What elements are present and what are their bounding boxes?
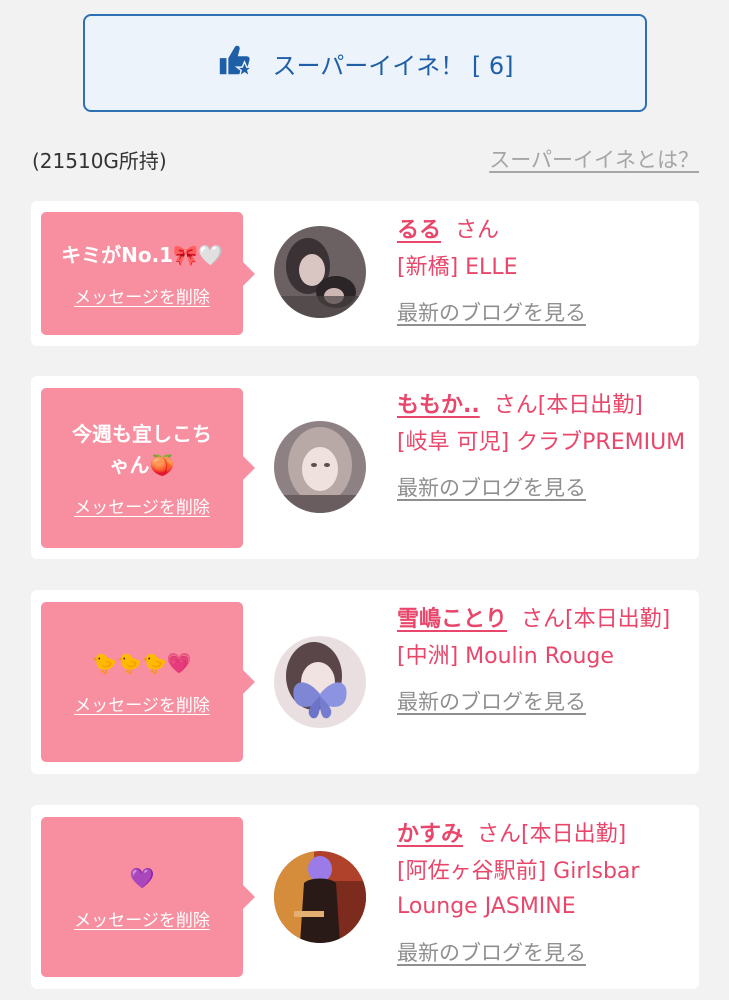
cast-name-link[interactable]: るる <box>397 218 441 243</box>
gold-balance: (21510G所持) <box>32 149 167 173</box>
cast-status: さん[本日出勤] <box>493 393 643 418</box>
message-text: キミがNo.1🎀🤍 <box>61 242 223 267</box>
super-like-button[interactable]: スーパーイイネ！ [ 6] <box>83 14 647 112</box>
avatar[interactable] <box>274 421 366 513</box>
cast-status: さん[本日出勤] <box>521 607 671 632</box>
latest-blog-link[interactable]: 最新のブログを見る <box>397 472 586 502</box>
cast-info: 雪嶋ことり さん[本日出勤] [中洲] Moulin Rouge 最新のブログを見… <box>397 602 687 716</box>
shop-name: [岐阜 可児] クラブPREMIUM <box>397 430 686 456</box>
list-item: 💜 メッセージを削除 かすみ さん[本日出勤] [阿佐ヶ谷駅前] Girlsbar… <box>31 805 699 989</box>
about-super-like-link[interactable]: スーパーイイネとは？ <box>489 144 699 174</box>
cast-info: ももか.. さん[本日出勤] [岐阜 可児] クラブPREMIUM 最新のブログを… <box>397 388 687 502</box>
message-bubble: キミがNo.1🎀🤍 メッセージを削除 <box>41 212 243 335</box>
message-bubble: 今週も宜しこちゃん🍑 メッセージを削除 <box>41 388 243 548</box>
thumbs-up-star-icon <box>216 41 255 85</box>
avatar[interactable] <box>274 636 366 728</box>
message-text: 今週も宜しこちゃん🍑 <box>72 421 212 477</box>
message-bubble: 💜 メッセージを削除 <box>41 817 243 977</box>
cast-name-link[interactable]: かすみ <box>397 822 463 847</box>
shop-name: [中洲] Moulin Rouge <box>397 644 614 670</box>
avatar[interactable] <box>274 851 366 943</box>
message-text: 🐤🐤🐤💗 <box>92 651 192 675</box>
latest-blog-link[interactable]: 最新のブログを見る <box>397 937 586 967</box>
list-item: キミがNo.1🎀🤍 メッセージを削除 るる さん [新橋] ELLE 最新のブログ… <box>31 201 699 346</box>
cast-status: さん[本日出勤] <box>477 822 627 847</box>
cast-info: るる さん [新橋] ELLE 最新のブログを見る <box>397 213 687 327</box>
latest-blog-link[interactable]: 最新のブログを見る <box>397 686 586 716</box>
message-bubble: 🐤🐤🐤💗 メッセージを削除 <box>41 602 243 762</box>
cast-info: かすみ さん[本日出勤] [阿佐ヶ谷駅前] Girlsbar Lounge JAS… <box>397 817 687 967</box>
list-item: 🐤🐤🐤💗 メッセージを削除 雪嶋ことり さん[本日出勤] [中洲] Moulin … <box>31 590 699 774</box>
avatar[interactable] <box>274 226 366 318</box>
message-text: 💜 <box>129 866 155 890</box>
cast-name-link[interactable]: ももか.. <box>397 393 480 418</box>
cast-status: さん <box>455 218 500 243</box>
cast-name-link[interactable]: 雪嶋ことり <box>397 607 507 632</box>
delete-message-link[interactable]: メッセージを削除 <box>74 906 210 931</box>
delete-message-link[interactable]: メッセージを削除 <box>74 283 210 308</box>
latest-blog-link[interactable]: 最新のブログを見る <box>397 297 586 327</box>
delete-message-link[interactable]: メッセージを削除 <box>74 493 210 518</box>
shop-name: [阿佐ヶ谷駅前] Girlsbar Lounge JASMINE <box>397 859 640 920</box>
list-item: 今週も宜しこちゃん🍑 メッセージを削除 ももか.. さん[本日出勤] [岐阜 可児… <box>31 376 699 559</box>
super-like-label: スーパーイイネ！ [ 6] <box>272 51 514 80</box>
delete-message-link[interactable]: メッセージを削除 <box>74 691 210 716</box>
shop-name: [新橋] ELLE <box>397 255 518 281</box>
